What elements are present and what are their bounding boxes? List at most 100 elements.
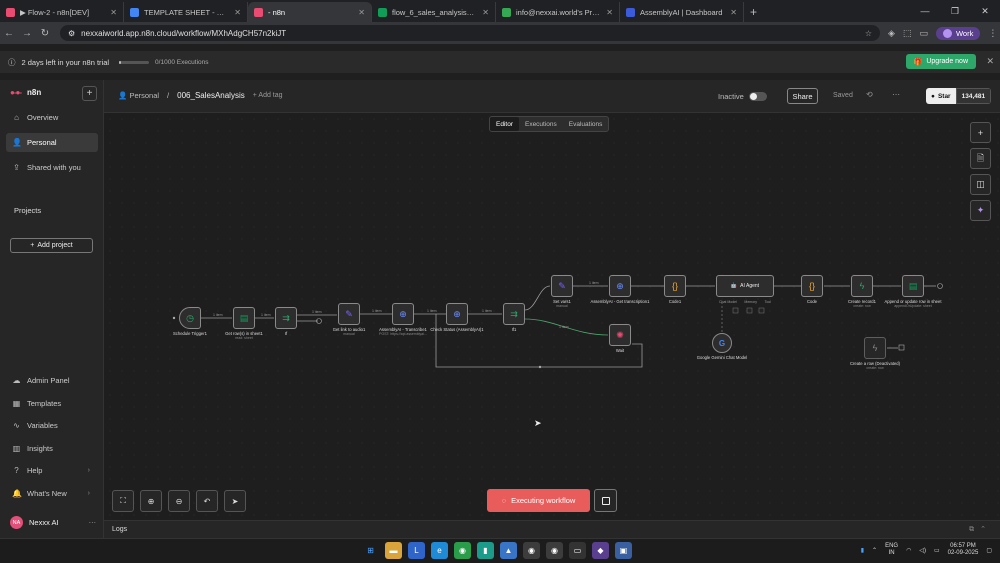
bookmark-star-icon[interactable]: ☆ <box>865 29 872 38</box>
sidebar-item-overview[interactable]: ⌂ Overview <box>6 108 98 127</box>
node-get-link[interactable]: ✎ <box>338 303 360 325</box>
node-assemblyai-transcribe[interactable]: ⊕ <box>392 303 414 325</box>
node-code1[interactable]: {} <box>664 275 686 297</box>
add-tag-button[interactable]: + Add tag <box>253 92 283 99</box>
add-project-button[interactable]: + Add project <box>10 238 93 253</box>
forward-icon[interactable]: → <box>18 28 36 39</box>
upgrade-button[interactable]: 🎁 Upgrade now <box>905 54 976 69</box>
extensions-icon[interactable]: ⬚ <box>903 28 912 39</box>
notifications-icon[interactable]: ▢ <box>986 547 992 554</box>
chrome-profile2-icon[interactable]: ◉ <box>546 542 563 559</box>
history-icon[interactable]: ⟲ <box>866 90 873 99</box>
brand-logo[interactable]: ●-●- n8n <box>10 88 41 97</box>
sidebar-item-personal[interactable]: 👤 Personal <box>6 133 98 152</box>
close-icon[interactable]: ✕ <box>234 8 241 17</box>
misc-app-icon[interactable]: ▣ <box>615 542 632 559</box>
node-if[interactable]: ⇉ <box>275 307 297 329</box>
profile-button[interactable]: Work <box>935 26 981 40</box>
new-tab-icon[interactable]: + <box>744 5 763 22</box>
file-explorer-icon[interactable]: ▬ <box>385 542 402 559</box>
back-icon[interactable]: ← <box>0 28 18 39</box>
edge-icon[interactable]: e <box>431 542 448 559</box>
share-button[interactable]: Share <box>787 88 818 104</box>
node-schedule-trigger[interactable]: ◷ <box>179 307 201 329</box>
sidebar-item-whats-new[interactable]: 🔔 What's New › <box>6 484 98 503</box>
undo-button[interactable]: ↶ <box>196 490 218 512</box>
close-icon[interactable]: ✕ <box>482 8 489 17</box>
minimize-icon[interactable]: — <box>910 0 940 22</box>
node-get-rows[interactable]: ▤ <box>233 307 255 329</box>
vscode-icon[interactable]: ◆ <box>592 542 609 559</box>
sidebar-item-shared[interactable]: ⇪ Shared with you <box>6 158 98 177</box>
terminal-icon[interactable]: ▭ <box>569 542 586 559</box>
workflow-name[interactable]: 006_SalesAnalysis <box>177 91 245 100</box>
node-create-record[interactable]: ϟ <box>851 275 873 297</box>
site-info-icon[interactable]: ⚙ <box>68 29 75 38</box>
pop-out-icon[interactable]: ⧉ <box>969 526 980 533</box>
node-set-vars[interactable]: ✎ <box>551 275 573 297</box>
logs-panel[interactable]: Logs ⧉⌃ <box>104 520 1000 538</box>
url-input[interactable]: ⚙ nexxaiworld.app.n8n.cloud/workflow/MXh… <box>60 25 880 41</box>
photos-icon[interactable]: ▲ <box>500 542 517 559</box>
create-button[interactable]: + <box>82 86 97 101</box>
browser-menu-icon[interactable]: ⋮ <box>988 28 997 39</box>
github-star-button[interactable]: ● Star 134,481 <box>926 88 992 104</box>
close-banner-icon[interactable]: ✕ <box>986 56 994 67</box>
node-append-row[interactable]: ▤ <box>902 275 924 297</box>
browser-tab-active[interactable]: - n8n ✕ <box>248 2 372 22</box>
workflow-canvas[interactable]: Editor Executions Evaluations + 🗎 ◫ ✦ ◷ … <box>104 113 1000 520</box>
windows-start-icon[interactable]: ⊞ <box>362 542 379 559</box>
chrome-icon[interactable]: ◉ <box>454 542 471 559</box>
battery-icon[interactable]: ▭ <box>934 547 940 554</box>
browser-tab[interactable]: TEMPLATE SHEET - Google Docs ✕ <box>124 2 248 22</box>
user-menu[interactable]: NA Nexxx AI ⋯ <box>10 516 96 529</box>
fit-view-button[interactable]: ⛶ <box>112 490 134 512</box>
node-check-status[interactable]: ⊕ <box>446 303 468 325</box>
browser-tab[interactable]: info@nexxai.world's Project | in ✕ <box>496 2 620 22</box>
zoom-in-button[interactable]: ⊕ <box>140 490 162 512</box>
node-create-row-deactivated[interactable]: ϟ <box>864 337 886 359</box>
close-window-icon[interactable]: ✕ <box>970 0 1000 22</box>
close-icon[interactable]: ✕ <box>358 8 365 17</box>
browser-tab[interactable]: AssemblyAI | Dashboard ✕ <box>620 2 744 22</box>
maximize-icon[interactable]: ❐ <box>940 0 970 22</box>
clock[interactable]: 06:57 PM 02-09-2025 <box>948 543 979 557</box>
node-assemblyai-get[interactable]: ⊕ <box>609 275 631 297</box>
node-gemini-chat-model[interactable]: G <box>712 333 732 353</box>
chevron-up-icon[interactable]: ⌃ <box>872 547 877 554</box>
volume-icon[interactable]: ◁) <box>919 547 926 554</box>
sidepanel-icon[interactable]: ▭ <box>919 28 928 39</box>
node-ai-agent[interactable]: 🤖 AI Agent <box>716 275 774 297</box>
close-icon[interactable]: ✕ <box>606 8 613 17</box>
owner-link[interactable]: 👤 Personal <box>118 91 159 100</box>
microphone-icon[interactable]: ▮ <box>861 547 864 554</box>
sidebar-item-templates[interactable]: ▦ Templates <box>6 394 98 413</box>
node-if1[interactable]: ⇉ <box>503 303 525 325</box>
node-wait[interactable]: ✺ <box>609 324 631 346</box>
notes-icon[interactable]: ▮ <box>477 542 494 559</box>
zoom-out-button[interactable]: ⊖ <box>168 490 190 512</box>
sidebar-item-insights[interactable]: ▥ Insights <box>6 439 98 458</box>
browser-tab[interactable]: flow_6_sales_analysis_sheet - G ✕ <box>372 2 496 22</box>
select-tool-button[interactable]: ➤ <box>224 490 246 512</box>
more-icon[interactable]: ⋯ <box>89 518 97 527</box>
node-code[interactable]: {} <box>801 275 823 297</box>
sidebar-item-help[interactable]: ? Help › <box>6 461 98 480</box>
wifi-icon[interactable]: ◠ <box>906 547 911 554</box>
language-indicator[interactable]: ENG IN <box>885 543 898 557</box>
chrome-profile-icon[interactable]: ◉ <box>523 542 540 559</box>
sidebar-item-admin-panel[interactable]: ☁ Admin Panel <box>6 371 98 390</box>
stop-execution-button[interactable] <box>594 489 617 512</box>
shield-icon[interactable]: ◈ <box>888 28 895 39</box>
teams-icon[interactable]: L <box>408 542 425 559</box>
close-icon[interactable]: ✕ <box>110 8 117 17</box>
executing-workflow-button[interactable]: ◌ Executing workflow <box>487 489 590 512</box>
toggle-switch[interactable] <box>748 92 767 101</box>
browser-tab[interactable]: ▶ Flow-2 - n8n[DEV] ✕ <box>0 2 124 22</box>
sidebar-item-variables[interactable]: ∿ Variables <box>6 416 98 435</box>
expand-icon[interactable]: ⌃ <box>980 526 992 533</box>
close-icon[interactable]: ✕ <box>730 8 737 17</box>
reload-icon[interactable]: ↻ <box>36 28 54 39</box>
active-toggle[interactable]: Inactive <box>718 92 767 101</box>
more-options-icon[interactable]: ⋯ <box>892 90 900 99</box>
